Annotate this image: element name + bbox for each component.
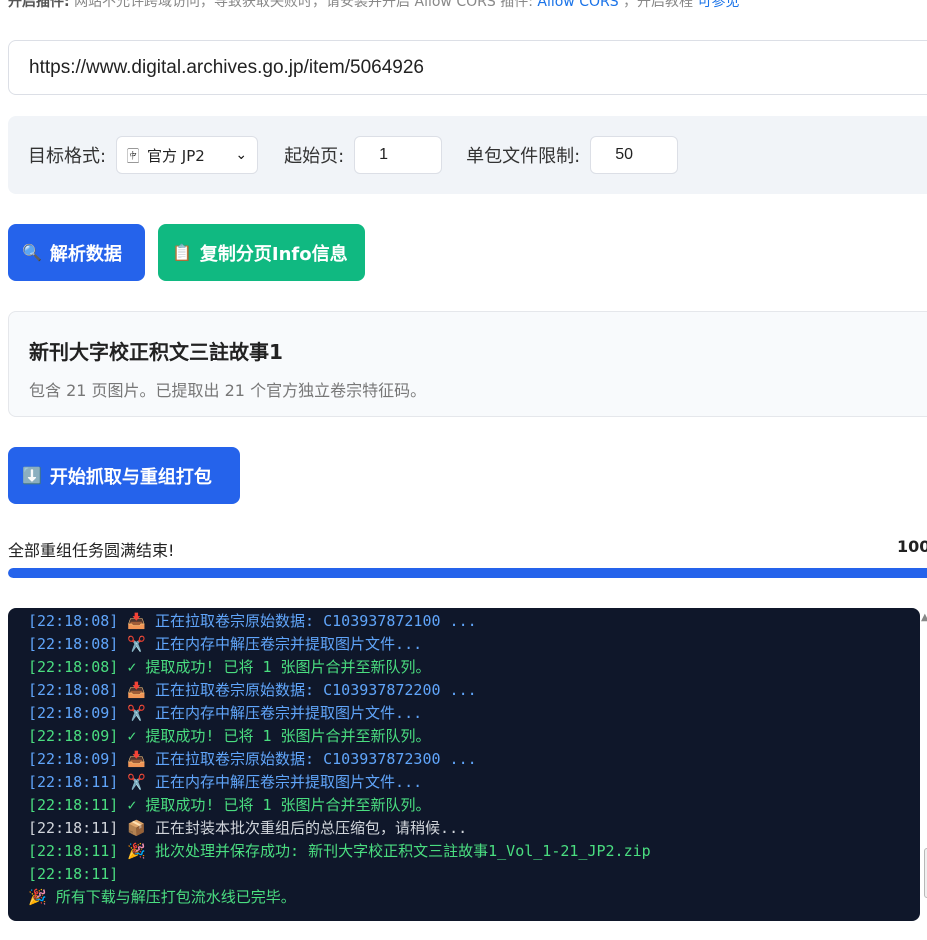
notice-text: 网站不允许跨域访问，导致获取失败时，请安装并开启 Allow CORS 插件: <box>74 0 538 10</box>
log-line: [22:18:08] ✓ 提取成功! 已将 1 张图片合并至新队列。 <box>28 658 431 676</box>
url-input[interactable]: https://www.digital.archives.go.jp/item/… <box>8 40 927 95</box>
log-line: [22:18:08] 📥 正在拉取卷宗原始数据: C103937872200 .… <box>28 681 477 699</box>
log-line: [22:18:11] 📦 正在封装本批次重组后的总压缩包，请稍候... <box>28 819 468 837</box>
limit-label: 单包文件限制: <box>466 146 581 167</box>
log-line: [22:18:11] 🎉 批次处理并保存成功: 新刊大字校正积文三註故事1_Vo… <box>28 842 651 860</box>
format-select[interactable]: 🀄︎ 官方 JP2 ⌄ <box>116 136 259 174</box>
item-title: 新刊大字校正积文三註故事1 <box>29 340 283 364</box>
app-page: 开启插件: 网站不允许跨域访问，导致获取失败时，请安装并开启 Allow COR… <box>0 0 927 940</box>
log-line: [22:18:09] 📥 正在拉取卷宗原始数据: C103937872300 .… <box>28 750 477 768</box>
start-page-label: 起始页: <box>284 146 345 167</box>
log-console[interactable]: [22:18:08] 📥 正在拉取卷宗原始数据: C103937872100 .… <box>8 608 920 921</box>
start-page-input[interactable]: 1 <box>354 136 443 174</box>
log-line: [22:18:11] ✓ 提取成功! 已将 1 张图片合并至新队列。 <box>28 796 431 814</box>
progress-fill <box>8 568 927 578</box>
start-button-label: 开始抓取与重组打包 <box>49 466 212 488</box>
format-select-value: 官方 JP2 <box>147 146 205 165</box>
format-label: 目标格式: <box>28 146 107 167</box>
copy-info-button[interactable]: 📋 复制分页Info信息 <box>158 224 365 281</box>
copy-button-label: 复制分页Info信息 <box>199 243 348 265</box>
options-panel: 目标格式: 🀄︎ 官方 JP2 ⌄ 起始页: 1 单包文件限制: 50 <box>8 116 927 194</box>
scroll-up-arrow-icon[interactable]: ▲ <box>921 612 927 623</box>
status-percent: 100% <box>897 537 927 556</box>
item-description: 包含 21 页图片。已提取出 21 个官方独立卷宗特征码。 <box>29 381 427 400</box>
log-line: 🎉 所有下载与解压打包流水线已完毕。 <box>28 888 296 906</box>
item-info-card: 新刊大字校正积文三註故事1 包含 21 页图片。已提取出 21 个官方独立卷宗特… <box>8 311 927 417</box>
log-line: [22:18:11] <box>28 865 119 883</box>
progress-bar <box>8 568 927 578</box>
notice-label: 开启插件: <box>8 0 70 10</box>
start-fetch-button[interactable]: ⬇️ 开始抓取与重组打包 <box>8 447 240 504</box>
file-limit-input[interactable]: 50 <box>590 136 679 174</box>
log-line: [22:18:08] 📥 正在拉取卷宗原始数据: C103937872100 .… <box>28 612 477 630</box>
tutorial-link[interactable]: 可参见 <box>698 0 740 10</box>
log-line: [22:18:08] ✂️ 正在内存中解压卷宗并提取图片文件... <box>28 635 423 653</box>
log-line: [22:18:09] ✂️ 正在内存中解压卷宗并提取图片文件... <box>28 704 423 722</box>
jp2-file-icon: 🀄︎ <box>127 146 140 164</box>
clipboard-icon: 📋 <box>172 243 192 262</box>
magnifier-icon: 🔍 <box>22 243 42 262</box>
download-icon: ⬇️ <box>22 466 42 485</box>
parse-button[interactable]: 🔍 解析数据 <box>8 224 145 281</box>
file-limit-value: 50 <box>615 146 634 163</box>
parse-button-label: 解析数据 <box>49 243 122 265</box>
start-page-value: 1 <box>379 146 389 163</box>
url-input-value: https://www.digital.archives.go.jp/item/… <box>29 56 424 78</box>
log-line: [22:18:09] ✓ 提取成功! 已将 1 张图片合并至新队列。 <box>28 727 431 745</box>
log-line: [22:18:11] ✂️ 正在内存中解压卷宗并提取图片文件... <box>28 773 423 791</box>
notice-text-2: ，开启教程 <box>623 0 694 10</box>
status-message: 全部重组任务圆满结束! <box>8 541 175 560</box>
cors-notice: 开启插件: 网站不允许跨域访问，导致获取失败时，请安装并开启 Allow COR… <box>8 0 740 11</box>
allow-cors-link[interactable]: Allow CORS <box>537 0 618 10</box>
chevron-down-icon: ⌄ <box>235 147 248 163</box>
